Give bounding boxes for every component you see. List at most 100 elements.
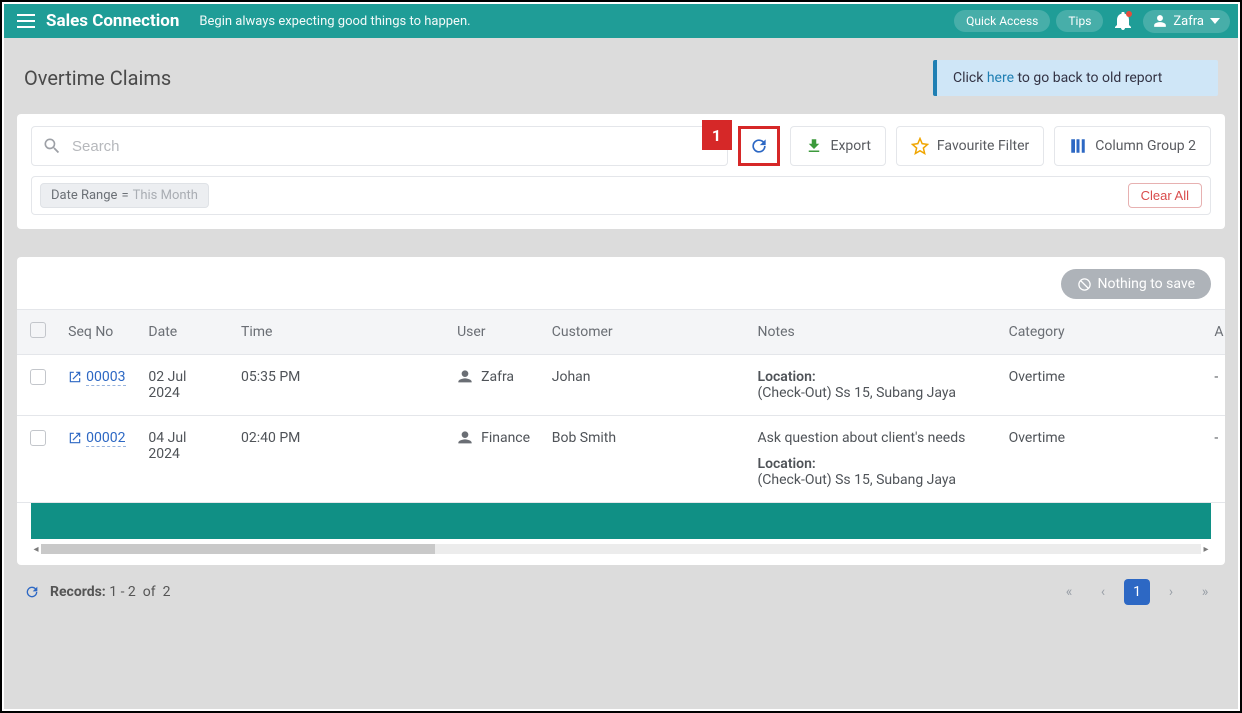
star-icon (911, 137, 929, 155)
col-notes[interactable]: Notes (748, 310, 999, 355)
row-checkbox[interactable] (30, 430, 46, 446)
cell-customer: Johan (542, 355, 748, 416)
hamburger-icon (17, 14, 35, 28)
motto: Begin always expecting good things to ha… (199, 14, 470, 29)
notes-location-label: Location: (758, 369, 989, 385)
user-avatar-icon (1153, 14, 1167, 28)
table-panel: Nothing to save Seq No Date Time User Cu… (17, 257, 1225, 565)
col-date[interactable]: Date (138, 310, 231, 355)
pager-last[interactable]: » (1192, 579, 1218, 605)
notifications-button[interactable] (1109, 7, 1137, 35)
page-title: Overtime Claims (24, 66, 171, 90)
user-name: Zafra (1173, 14, 1204, 29)
nothing-to-save-badge: Nothing to save (1061, 269, 1212, 299)
user-icon (457, 430, 473, 446)
app-name: Sales Connection (46, 11, 179, 31)
date-range-eq: = (121, 188, 128, 203)
chevron-down-icon (1210, 18, 1220, 24)
banner-suffix: to go back to old report (1014, 70, 1162, 86)
old-report-banner: Click here to go back to old report (933, 60, 1218, 96)
tips-button[interactable]: Tips (1056, 10, 1103, 32)
toolbar-panel: 1 Export Favourite Filter Column Group 2… (17, 114, 1225, 229)
search-icon (42, 136, 62, 156)
cell-last: - (1204, 355, 1225, 416)
save-label: Nothing to save (1098, 276, 1196, 292)
cell-time: 02:40 PM (231, 416, 447, 503)
columns-icon (1069, 137, 1087, 155)
notes-location: (Check-Out) Ss 15, Subang Jaya (758, 385, 989, 401)
horizontal-scrollbar[interactable]: ◂ ▸ (31, 541, 1211, 557)
records-of: of (143, 584, 156, 600)
notification-dot (1126, 11, 1132, 17)
cell-user: Zafra (481, 369, 514, 385)
table-row: 00002 04 Jul 2024 02:40 PM Finance Bob S… (17, 416, 1225, 503)
pager-page-1[interactable]: 1 (1124, 579, 1150, 605)
col-last[interactable]: A (1204, 310, 1225, 355)
scroll-thumb[interactable] (41, 544, 435, 554)
date-range-chip[interactable]: Date Range = This Month (40, 183, 209, 208)
search-box[interactable] (31, 126, 728, 166)
notes-text: Ask question about client's needs (758, 430, 989, 446)
notes-location: (Check-Out) Ss 15, Subang Jaya (758, 472, 989, 488)
seq-link[interactable]: 00002 (86, 430, 125, 447)
column-group-label: Column Group 2 (1095, 138, 1196, 154)
notes-location-label: Location: (758, 456, 989, 472)
search-input[interactable] (72, 138, 717, 155)
records-range: 1 - 2 (109, 584, 136, 600)
row-checkbox[interactable] (30, 369, 46, 385)
col-customer[interactable]: Customer (542, 310, 748, 355)
export-button[interactable]: Export (790, 126, 886, 166)
cell-notes: Location:(Check-Out) Ss 15, Subang Jaya (748, 355, 999, 416)
cell-customer: Bob Smith (542, 416, 748, 503)
select-all-checkbox[interactable] (30, 322, 46, 338)
col-user[interactable]: User (447, 310, 542, 355)
user-menu[interactable]: Zafra (1143, 10, 1230, 33)
date-range-value: This Month (133, 188, 198, 203)
pager: « ‹ 1 › » (1056, 579, 1218, 605)
col-seq[interactable]: Seq No (58, 310, 138, 355)
date-range-label: Date Range (51, 188, 117, 203)
topbar: Sales Connection Begin always expecting … (4, 4, 1238, 38)
refresh-icon (749, 136, 769, 156)
cell-category: Overtime (999, 416, 1205, 503)
ban-icon (1077, 277, 1092, 292)
pager-first[interactable]: « (1056, 579, 1082, 605)
cell-date: 04 Jul 2024 (138, 416, 231, 503)
page-header: Overtime Claims Click here to go back to… (4, 38, 1238, 114)
table-summary-bar (31, 503, 1211, 539)
hamburger-button[interactable] (12, 7, 40, 35)
banner-prefix: Click (953, 70, 987, 86)
records-total: 2 (163, 584, 171, 600)
refresh-records-button[interactable] (24, 584, 40, 600)
data-table: Seq No Date Time User Customer Notes Cat… (17, 309, 1225, 503)
cell-user: Finance (481, 430, 530, 446)
cell-last: - (1204, 416, 1225, 503)
favourite-label: Favourite Filter (937, 138, 1029, 154)
user-icon (457, 369, 473, 385)
pager-next[interactable]: › (1158, 579, 1184, 605)
scroll-right-arrow[interactable]: ▸ (1201, 544, 1211, 555)
old-report-link[interactable]: here (987, 70, 1014, 86)
col-category[interactable]: Category (999, 310, 1205, 355)
filter-row: Date Range = This Month Clear All (31, 176, 1211, 215)
col-time[interactable]: Time (231, 310, 447, 355)
download-icon (805, 137, 823, 155)
callout-marker: 1 (702, 120, 732, 150)
cell-category: Overtime (999, 355, 1205, 416)
quick-access-button[interactable]: Quick Access (954, 10, 1050, 32)
refresh-button[interactable] (738, 126, 780, 166)
export-label: Export (831, 138, 871, 154)
cell-notes: Ask question about client's needs Locatio… (748, 416, 999, 503)
refresh-icon (24, 584, 40, 600)
open-external-icon (68, 370, 82, 384)
scroll-track[interactable] (41, 544, 1201, 554)
pager-prev[interactable]: ‹ (1090, 579, 1116, 605)
clear-all-button[interactable]: Clear All (1128, 183, 1202, 208)
cell-time: 05:35 PM (231, 355, 447, 416)
seq-link[interactable]: 00003 (86, 369, 125, 386)
open-external-icon (68, 431, 82, 445)
column-group-button[interactable]: Column Group 2 (1054, 126, 1211, 166)
scroll-left-arrow[interactable]: ◂ (31, 544, 41, 555)
cell-date: 02 Jul 2024 (138, 355, 231, 416)
favourite-filter-button[interactable]: Favourite Filter (896, 126, 1044, 166)
